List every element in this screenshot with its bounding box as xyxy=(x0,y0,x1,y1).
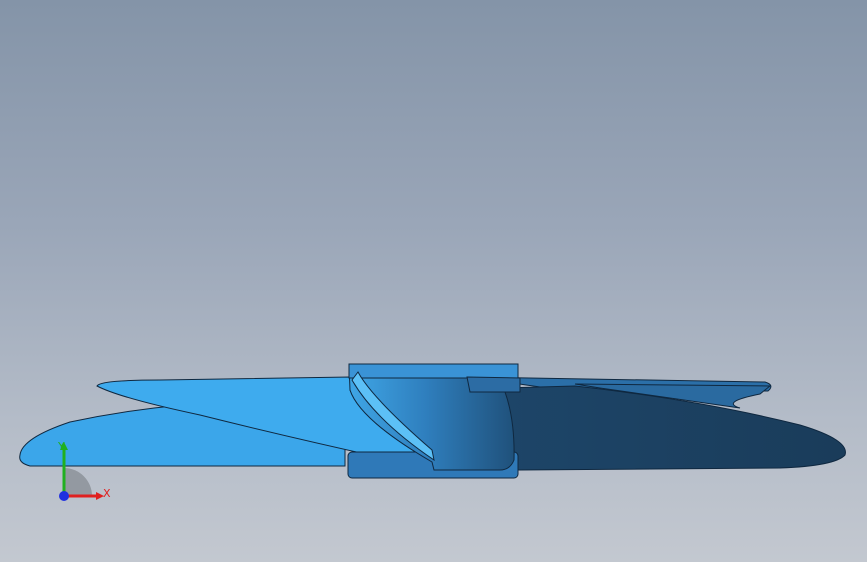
y-axis-label: Y xyxy=(58,440,65,453)
hub-top xyxy=(348,363,519,379)
propeller-model[interactable] xyxy=(0,0,867,562)
blade-right-root xyxy=(466,376,521,393)
triad-arc-shading xyxy=(64,468,92,496)
z-axis-dot xyxy=(59,491,69,501)
x-axis-label: X xyxy=(103,487,111,500)
graphics-viewport[interactable]: X Y xyxy=(0,0,867,562)
